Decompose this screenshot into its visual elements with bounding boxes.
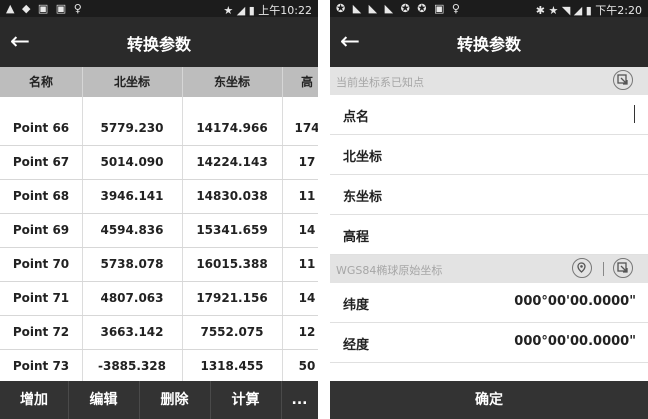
point-name-field[interactable]: 点名 — [330, 95, 648, 135]
cell-name: Point 73 — [0, 350, 83, 383]
table-row[interactable]: Point 69 4594.836 15341.659 14 — [0, 214, 318, 248]
cell-north: -3885.328 — [82, 350, 183, 383]
elevation-field[interactable]: 高程 — [330, 215, 648, 255]
app-bar: ← 转换参数 — [0, 17, 318, 67]
cell-height: 174 — [282, 112, 318, 145]
status-icons: ✪ ◣ ◣ ◣ ✪ ✪ ▣ ♀ — [336, 2, 462, 15]
cell-east: 17921.156 — [182, 282, 283, 315]
cell-name: Point 67 — [0, 146, 83, 179]
cell-height: 17 — [282, 146, 318, 179]
cell-north: 3946.141 — [82, 180, 183, 213]
cell-name: Point 72 — [0, 316, 83, 349]
table-spacer — [0, 97, 318, 113]
cell-height: 14 — [282, 214, 318, 247]
more-button[interactable]: ... — [281, 381, 318, 419]
cell-east: 14224.143 — [182, 146, 283, 179]
status-bar: ▲ ◆ ▣ ▣ ♀ ★ ◢ ▮ 上午10:22 — [0, 0, 318, 17]
calculate-button[interactable]: 计算 — [210, 381, 282, 419]
table-row[interactable]: Point 70 5738.078 16015.388 11 — [0, 248, 318, 282]
cell-north: 4594.836 — [82, 214, 183, 247]
longitude-label: 经度 — [343, 338, 370, 353]
import-point-icon[interactable] — [613, 70, 633, 90]
section-known-point: 当前坐标系已知点 — [330, 67, 648, 95]
cell-height: 11 — [282, 180, 318, 213]
spacer-cell — [0, 97, 83, 112]
screen-divider — [318, 0, 330, 419]
table-header: 名称 北坐标 东坐标 高 — [0, 67, 318, 97]
cell-east: 7552.075 — [182, 316, 283, 349]
section-wgs84: WGS84椭球原始坐标 — [330, 255, 648, 283]
cell-name: Point 68 — [0, 180, 83, 213]
table-row[interactable]: Point 67 5014.090 14224.143 17 — [0, 146, 318, 180]
longitude-field[interactable]: 经度 000°00'00.0000" — [330, 323, 648, 363]
latitude-field[interactable]: 纬度 000°00'00.0000" — [330, 283, 648, 323]
status-time: ✱ ★ ◥ ◢ ▮ 下午2:20 — [535, 4, 642, 17]
cell-east: 1318.455 — [182, 350, 283, 383]
north-label: 北坐标 — [343, 150, 383, 165]
status-icons: ▲ ◆ ▣ ▣ ♀ — [6, 2, 84, 15]
cell-name: Point 70 — [0, 248, 83, 281]
cell-height: 11 — [282, 248, 318, 281]
cell-east: 14830.038 — [182, 180, 283, 213]
cell-east: 14174.966 — [182, 112, 283, 145]
status-bar: ✪ ◣ ◣ ◣ ✪ ✪ ▣ ♀ ✱ ★ ◥ ◢ ▮ 下午2:20 — [330, 0, 648, 17]
cell-height: 14 — [282, 282, 318, 315]
cell-name: Point 66 — [0, 112, 83, 145]
app-bar: ← 转换参数 — [330, 17, 648, 67]
page-title: 转换参数 — [126, 35, 191, 54]
delete-button[interactable]: 删除 — [139, 381, 211, 419]
point-list-screen: ▲ ◆ ▣ ▣ ♀ ★ ◢ ▮ 上午10:22 ← 转换参数 名称 北坐标 东坐… — [0, 0, 318, 419]
add-button[interactable]: 增加 — [0, 381, 69, 419]
cell-height: 50 — [282, 350, 318, 383]
east-field[interactable]: 东坐标 — [330, 175, 648, 215]
icon-separator — [603, 262, 604, 276]
cell-name: Point 69 — [0, 214, 83, 247]
column-header-north[interactable]: 北坐标 — [82, 67, 183, 97]
status-time: ★ ◢ ▮ 上午10:22 — [223, 4, 312, 17]
elevation-label: 高程 — [343, 230, 370, 245]
table-row[interactable]: Point 71 4807.063 17921.156 14 — [0, 282, 318, 316]
table-row[interactable]: Point 72 3663.142 7552.075 12 — [0, 316, 318, 350]
location-pin-icon[interactable] — [572, 258, 592, 278]
section-title: WGS84椭球原始坐标 — [336, 264, 443, 277]
action-bar: 增加 编辑 删除 计算 ... — [0, 381, 318, 419]
table-row[interactable]: Point 68 3946.141 14830.038 11 — [0, 180, 318, 214]
column-header-name[interactable]: 名称 — [0, 67, 83, 97]
latitude-label: 纬度 — [343, 298, 370, 313]
text-cursor — [634, 105, 635, 123]
point-entry-screen: ✪ ◣ ◣ ◣ ✪ ✪ ▣ ♀ ✱ ★ ◥ ◢ ▮ 下午2:20 ← 转换参数 … — [330, 0, 648, 419]
latitude-value: 000°00'00.0000" — [514, 294, 636, 309]
import-point-icon[interactable] — [613, 258, 633, 278]
longitude-value: 000°00'00.0000" — [514, 334, 636, 349]
cell-east: 15341.659 — [182, 214, 283, 247]
section-title: 当前坐标系已知点 — [336, 76, 424, 89]
cell-north: 5014.090 — [82, 146, 183, 179]
cell-name: Point 71 — [0, 282, 83, 315]
cell-east: 16015.388 — [182, 248, 283, 281]
table-row[interactable]: Point 66 5779.230 14174.966 174 — [0, 112, 318, 146]
edit-button[interactable]: 编辑 — [68, 381, 140, 419]
cell-north: 5779.230 — [82, 112, 183, 145]
cell-height: 12 — [282, 316, 318, 349]
spacer-cell — [182, 97, 283, 112]
point-name-label: 点名 — [343, 110, 370, 125]
column-header-east[interactable]: 东坐标 — [182, 67, 283, 97]
cell-north: 3663.142 — [82, 316, 183, 349]
north-field[interactable]: 北坐标 — [330, 135, 648, 175]
cell-north: 4807.063 — [82, 282, 183, 315]
column-header-height[interactable]: 高 — [282, 67, 318, 97]
confirm-button[interactable]: 确定 — [330, 381, 648, 419]
cell-north: 5738.078 — [82, 248, 183, 281]
east-label: 东坐标 — [343, 190, 383, 205]
page-title: 转换参数 — [456, 35, 521, 54]
table-row[interactable]: Point 73 -3885.328 1318.455 50 — [0, 350, 318, 384]
spacer-cell — [82, 97, 183, 112]
